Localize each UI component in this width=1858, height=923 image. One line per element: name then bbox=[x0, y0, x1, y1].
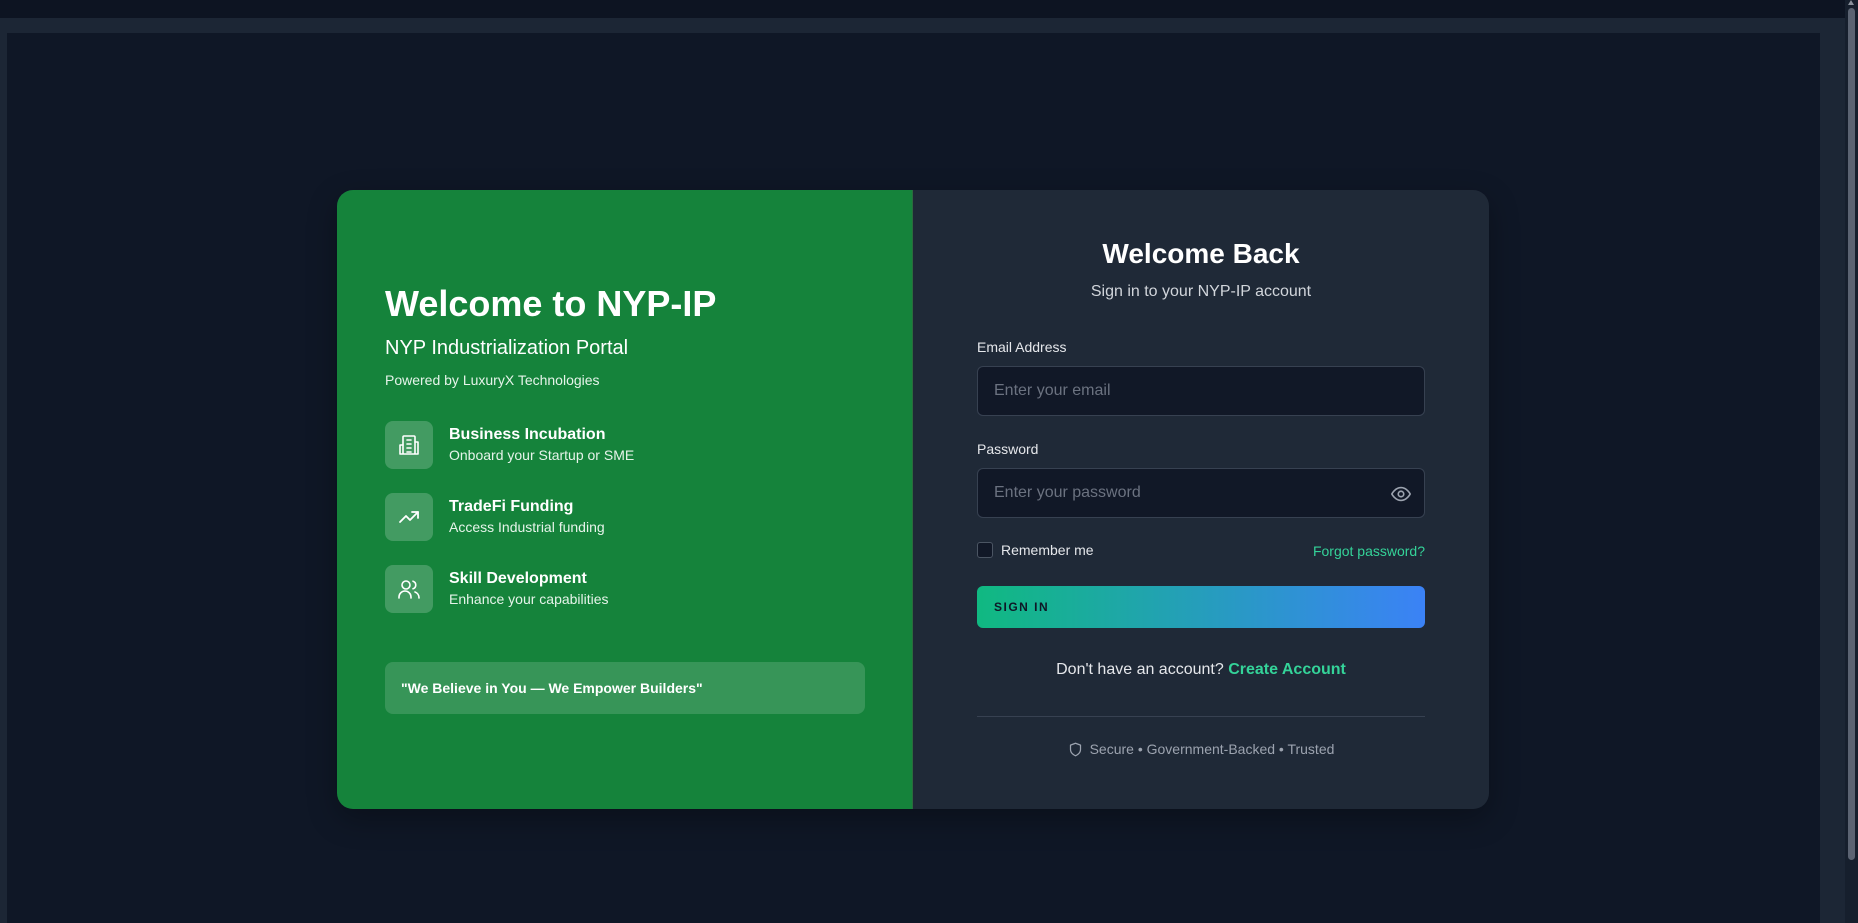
trending-up-icon bbox=[385, 493, 433, 541]
remember-me-label[interactable]: Remember me bbox=[1001, 542, 1094, 558]
brand-panel: Welcome to NYP-IP NYP Industrialization … bbox=[337, 190, 913, 809]
email-field-wrapper bbox=[977, 366, 1425, 416]
scroll-up-arrow-icon[interactable] bbox=[1848, 0, 1854, 5]
login-subtitle: Sign in to your NYP-IP account bbox=[1090, 283, 1312, 300]
login-card: Welcome to NYP-IP NYP Industrialization … bbox=[337, 190, 1489, 809]
brand-title: Welcome to NYP-IP bbox=[385, 283, 717, 324]
password-label: Password bbox=[977, 441, 1039, 457]
feature-description: Access Industrial funding bbox=[449, 519, 605, 535]
browser-top-bar bbox=[0, 0, 1858, 18]
show-password-eye-icon[interactable] bbox=[1390, 483, 1412, 505]
email-label: Email Address bbox=[977, 339, 1067, 355]
login-panel: Welcome Back Sign in to your NYP-IP acco… bbox=[913, 190, 1489, 809]
no-account-text: Don't have an account? bbox=[1056, 661, 1224, 678]
feature-description: Onboard your Startup or SME bbox=[449, 447, 635, 463]
quote-text: "We Believe in You — We Empower Builders… bbox=[401, 680, 703, 696]
feature-tradefi-funding: TradeFi Funding Access Industrial fundin… bbox=[385, 493, 605, 541]
powered-by-text: Powered by LuxuryX Technologies bbox=[385, 372, 600, 388]
viewport-right-border bbox=[1820, 33, 1845, 923]
trust-badge: Secure • Government-Backed • Trusted bbox=[913, 741, 1489, 757]
email-input[interactable] bbox=[978, 367, 1424, 415]
forgot-password-link[interactable]: Forgot password? bbox=[1313, 543, 1425, 559]
feature-title: TradeFi Funding bbox=[449, 498, 574, 515]
divider bbox=[977, 716, 1425, 717]
feature-title: Business Incubation bbox=[449, 426, 606, 443]
feature-description: Enhance your capabilities bbox=[449, 591, 609, 607]
feature-title: Skill Development bbox=[449, 570, 587, 587]
remember-me-checkbox[interactable] bbox=[977, 542, 993, 558]
feature-skill-development: Skill Development Enhance your capabilit… bbox=[385, 565, 609, 613]
feature-business-incubation: Business Incubation Onboard your Startup… bbox=[385, 421, 634, 469]
sign-in-button[interactable]: SIGN IN bbox=[977, 586, 1425, 628]
scrollbar-thumb[interactable] bbox=[1848, 8, 1855, 860]
shield-icon bbox=[1069, 742, 1081, 756]
remember-me-row: Remember me bbox=[977, 542, 1094, 558]
login-title: Welcome Back bbox=[1102, 238, 1300, 269]
trust-text: Secure • Government-Backed • Trusted bbox=[1089, 741, 1335, 757]
vertical-scrollbar[interactable] bbox=[1845, 0, 1858, 923]
brand-subtitle: NYP Industrialization Portal bbox=[385, 337, 629, 359]
viewport-top-border bbox=[0, 18, 1845, 33]
building-icon bbox=[385, 421, 433, 469]
quote-box: "We Believe in You — We Empower Builders… bbox=[385, 662, 865, 714]
password-field-wrapper bbox=[977, 468, 1425, 518]
create-account-row: Don't have an account? Create Account bbox=[913, 661, 1489, 679]
viewport-left-border bbox=[0, 33, 7, 923]
create-account-link[interactable]: Create Account bbox=[1228, 661, 1346, 678]
users-icon bbox=[385, 565, 433, 613]
password-input[interactable] bbox=[978, 469, 1424, 517]
